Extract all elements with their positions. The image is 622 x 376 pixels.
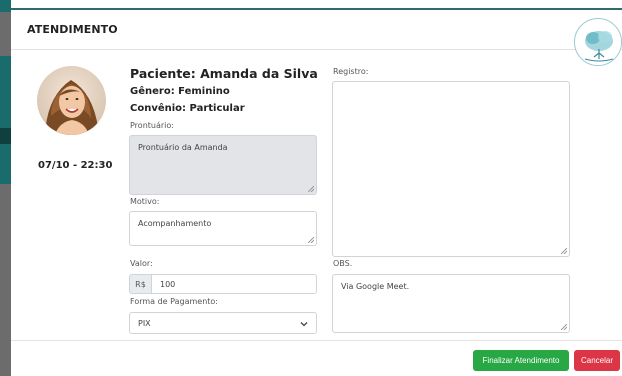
prontuario-value: Prontuário da Amanda — [138, 143, 228, 152]
motivo-label: Motivo: — [130, 197, 160, 206]
obs-textarea[interactable]: Via Google Meet. — [332, 274, 570, 333]
prontuario-textarea[interactable]: Prontuário da Amanda — [129, 135, 317, 195]
patient-gender: Gênero: Feminino — [130, 86, 230, 97]
resize-handle-icon[interactable] — [561, 324, 567, 330]
obs-value: Via Google Meet. — [341, 282, 410, 291]
valor-label: Valor: — [130, 259, 153, 268]
payment-method-value: PIX — [138, 318, 151, 328]
modal-title: ATENDIMENTO — [27, 23, 118, 36]
resize-handle-icon[interactable] — [308, 237, 314, 243]
patient-name: Paciente: Amanda da Silva — [130, 66, 318, 81]
pagamento-label: Forma de Pagamento: — [130, 297, 218, 306]
clinic-logo — [574, 18, 622, 66]
registro-textarea[interactable] — [332, 81, 570, 257]
registro-label: Registro: — [333, 67, 369, 76]
motivo-value: Acompanhamento — [138, 219, 212, 228]
finish-attendance-button[interactable]: Finalizar Atendimento — [473, 350, 569, 371]
currency-addon: R$ — [129, 274, 151, 294]
background-strip — [0, 0, 11, 376]
footer-divider — [11, 340, 622, 341]
appointment-datetime: 07/10 - 22:30 — [38, 160, 113, 171]
patient-plan: Convênio: Particular — [130, 103, 245, 114]
prontuario-label: Prontuário: — [130, 121, 174, 130]
chevron-down-icon — [300, 322, 308, 327]
motivo-textarea[interactable]: Acompanhamento — [129, 211, 317, 246]
attendance-modal: ATENDIMENTO 07/10 - 22:30 Paciente: Aman… — [11, 8, 622, 376]
patient-avatar — [37, 66, 106, 135]
modal-header: ATENDIMENTO — [11, 10, 622, 50]
resize-handle-icon[interactable] — [561, 248, 567, 254]
cancel-button[interactable]: Cancelar — [574, 350, 620, 371]
payment-method-select[interactable]: PIX — [129, 312, 317, 334]
resize-handle-icon[interactable] — [308, 186, 314, 192]
valor-input-group: R$ 100 — [129, 274, 317, 294]
valor-input[interactable]: 100 — [151, 274, 317, 294]
obs-label: OBS. — [333, 259, 353, 268]
